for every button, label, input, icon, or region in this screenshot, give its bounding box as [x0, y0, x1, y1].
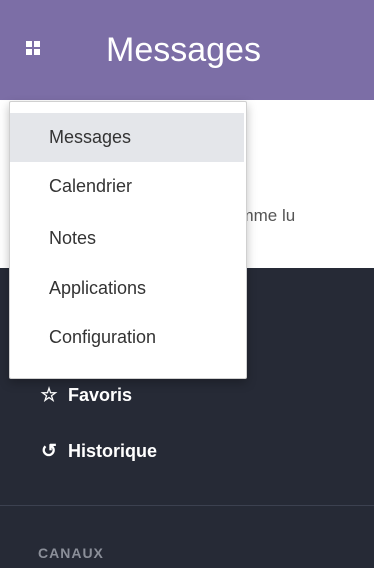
history-icon: ↺ [41, 441, 57, 462]
app-title[interactable]: Messages [106, 24, 261, 76]
sidebar-item-historique[interactable]: ↺ Historique [38, 440, 157, 463]
apps-grid-icon[interactable] [26, 41, 40, 55]
menu-item-applications[interactable]: Applications [10, 264, 244, 313]
menu-item-notes[interactable]: Notes [10, 214, 244, 263]
sidebar-item-favoris[interactable]: ☆ Favoris [38, 384, 132, 407]
channels-section-label: CANAUX [38, 545, 104, 561]
apps-dropdown-menu: Messages Calendrier Notes Applications C… [9, 101, 247, 379]
sidebar-item-label: Favoris [68, 385, 133, 405]
menu-item-messages[interactable]: Messages [10, 113, 244, 162]
top-navbar: Messages [0, 0, 374, 100]
star-icon: ☆ [40, 385, 58, 406]
menu-item-configuration[interactable]: Configuration [10, 313, 244, 362]
sidebar-divider [0, 505, 374, 506]
sidebar-item-label: Historique [68, 441, 158, 461]
menu-item-calendrier[interactable]: Calendrier [10, 162, 244, 211]
